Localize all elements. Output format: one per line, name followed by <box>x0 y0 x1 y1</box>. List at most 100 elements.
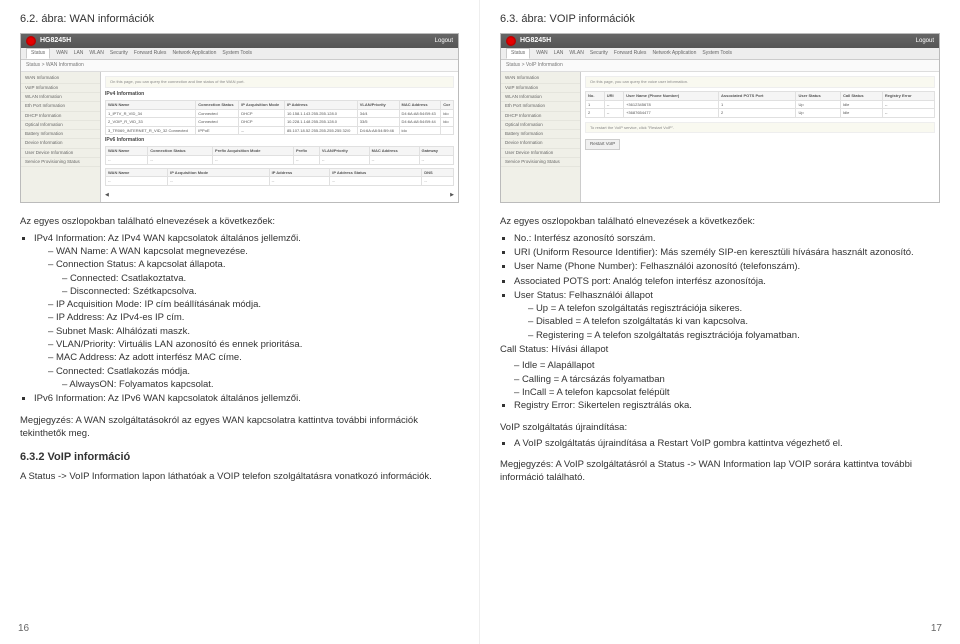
ipv6-table2: WAN NameIP Acquisition ModeIP AddressIP … <box>105 168 454 186</box>
subsection-title: 6.3.2 VoIP információ <box>20 450 459 465</box>
logout-link[interactable]: Logout <box>435 37 453 45</box>
router-main: On this page, you can query the connecti… <box>101 72 458 203</box>
dash-item: AlwaysON: Folyamatos kapcsolat. <box>62 378 459 391</box>
sidebar-item[interactable]: Optical Information <box>501 121 580 130</box>
bullet: IPv4 Information: Az IPv4 WAN kapcsolato… <box>34 232 459 392</box>
sidebar-item[interactable]: VoIP Information <box>501 84 580 93</box>
sidebar-item[interactable]: Eth Port Information <box>501 102 580 111</box>
tab-wlan[interactable]: WLAN <box>569 50 583 57</box>
tab-system[interactable]: System Tools <box>702 50 732 57</box>
tab-status[interactable]: Status <box>506 48 530 59</box>
fig-title-right: 6.3. ábra: VOIP információk <box>500 12 940 27</box>
dash-item: Subnet Mask: Alhálózati maszk. <box>48 325 459 338</box>
dash-item: Registering = A telefon szolgáltatás reg… <box>528 329 940 342</box>
table-row[interactable]: 1_IPTV_R_VID_34ConnectedDHCP10.158.1.143… <box>106 109 454 118</box>
sidebar-item[interactable]: DHCP Information <box>21 112 100 121</box>
dash-item: Up = A telefon szolgáltatás regisztráció… <box>528 302 940 315</box>
tab-forward[interactable]: Forward Rules <box>134 50 167 57</box>
page-number: 16 <box>18 622 29 636</box>
right-body: Az egyes oszlopokban található elnevezés… <box>500 215 940 484</box>
router-note: On this page, you can query the connecti… <box>105 76 454 88</box>
bullet: No.: Interfész azonosító sorszám. <box>514 232 940 245</box>
table-row[interactable]: 2--+36876544772UpIdle-- <box>586 109 935 118</box>
router-screenshot-wan: HG8245H Logout Status WAN LAN WLAN Secur… <box>20 33 459 203</box>
tab-security[interactable]: Security <box>110 50 128 57</box>
dash-item: Connection Status: A kapcsolat állapota. <box>48 258 459 271</box>
sidebar-item[interactable]: User Device Information <box>501 149 580 158</box>
dash-item: MAC Address: Az adott interfész MAC címe… <box>48 351 459 364</box>
tab-wan[interactable]: WAN <box>56 50 67 57</box>
dash-item: Calling = A tárcsázás folyamatban <box>514 373 940 386</box>
bullet: User Name (Phone Number): Felhasználói a… <box>514 260 940 273</box>
left-page: 6.2. ábra: WAN információk HG8245H Logou… <box>0 0 480 644</box>
tab-wlan[interactable]: WLAN <box>89 50 103 57</box>
scroll-right-icon[interactable]: ▶ <box>450 192 454 199</box>
tab-system[interactable]: System Tools <box>222 50 252 57</box>
dash-item: InCall = A telefon kapcsolat felépült <box>514 386 940 399</box>
sidebar-item[interactable]: Battery Information <box>501 130 580 139</box>
ipv4-table: WAN Name Connection Status IP Acquisitio… <box>105 100 454 135</box>
sidebar-item[interactable]: WLAN Information <box>21 93 100 102</box>
sidebar-item[interactable]: WLAN Information <box>501 93 580 102</box>
dash-item: Connected: Csatlakoztatva. <box>62 272 459 285</box>
router-screenshot-voip: HG8245H Logout Status WAN LAN WLAN Secur… <box>500 33 940 203</box>
router-tabs: Status WAN LAN WLAN Security Forward Rul… <box>501 48 939 60</box>
voip-table: No.URIUser Name (Phone Number)Associated… <box>585 91 935 118</box>
sidebar-item[interactable]: Optical Information <box>21 121 100 130</box>
dash-item: IP Acquisition Mode: IP cím beállításána… <box>48 298 459 311</box>
dash-item: Idle = Alapállapot <box>514 359 940 372</box>
tab-forward[interactable]: Forward Rules <box>614 50 647 57</box>
intro-text: Az egyes oszlopokban található elnevezés… <box>500 215 940 228</box>
tab-network[interactable]: Network Application <box>172 50 216 57</box>
sidebar-item[interactable]: WAN Information <box>501 74 580 83</box>
sidebar-item[interactable]: Device Information <box>21 139 100 148</box>
subsection-text: A Status -> VoIP Information lapon látha… <box>20 470 459 483</box>
bullet: A VoIP szolgáltatás újraindítása a Resta… <box>514 437 940 450</box>
scroll-left-icon[interactable]: ◀ <box>105 192 109 199</box>
tab-lan[interactable]: LAN <box>74 50 84 57</box>
callstatus-label: Call Status: Hívási állapot <box>500 343 940 356</box>
dash-item: Disconnected: Szétkapcsolva. <box>62 285 459 298</box>
table-row[interactable]: 1--+36123456781UpIdle-- <box>586 100 935 109</box>
sidebar-item[interactable]: Battery Information <box>21 130 100 139</box>
logout-link[interactable]: Logout <box>916 37 934 45</box>
sidebar-item[interactable]: Device Information <box>501 139 580 148</box>
router-tabs: Status WAN LAN WLAN Security Forward Rul… <box>21 48 458 60</box>
dash-item: Disabled = A telefon szolgáltatás ki van… <box>528 315 940 328</box>
tab-status[interactable]: Status <box>26 48 50 59</box>
sidebar-item[interactable]: VoIP Information <box>21 84 100 93</box>
fig-title-left: 6.2. ábra: WAN információk <box>20 12 459 27</box>
restart-note: To restart the VoIP service, click "Rest… <box>585 122 935 134</box>
tab-security[interactable]: Security <box>590 50 608 57</box>
bullet: IPv6 Information: Az IPv6 WAN kapcsolato… <box>34 392 459 405</box>
table-row[interactable]: 3_TR069_INTERNET_R_VID_32 ConnectedIPPoE… <box>106 126 454 135</box>
restart-voip-button[interactable]: Restart VoIP <box>585 139 620 149</box>
table-row[interactable]: 2_VOIP_R_VID_33ConnectedDHCP10.228.1.148… <box>106 118 454 127</box>
dash-item: WAN Name: A WAN kapcsolat megnevezése. <box>48 245 459 258</box>
router-model: HG8245H <box>40 36 71 46</box>
huawei-logo-icon <box>26 36 36 46</box>
sidebar-item[interactable]: Service Provisioning Status <box>501 158 580 167</box>
router-sidebar: WAN Information VoIP Information WLAN In… <box>21 72 101 203</box>
sidebar-item[interactable]: Eth Port Information <box>21 102 100 111</box>
page-number: 17 <box>931 622 942 636</box>
tab-wan[interactable]: WAN <box>536 50 547 57</box>
router-main: On this page, you can query the voice us… <box>581 72 939 203</box>
router-sidebar: WAN Information VoIP Information WLAN In… <box>501 72 581 203</box>
router-model: HG8245H <box>520 36 551 46</box>
restart-title: VoIP szolgáltatás újraindítása: <box>500 421 940 434</box>
breadcrumb: Status > WAN Information <box>21 60 458 72</box>
dash-item: Connected: Csatlakozás módja. <box>48 365 459 378</box>
sidebar-item[interactable]: Service Provisioning Status <box>21 158 100 167</box>
bullet: URI (Uniform Resource Identifier): Más s… <box>514 246 940 259</box>
huawei-logo-icon <box>506 36 516 46</box>
sidebar-item[interactable]: WAN Information <box>21 74 100 83</box>
bullet: User Status: Felhasználói állapot Up = A… <box>514 289 940 342</box>
router-topbar: HG8245H Logout <box>21 34 458 48</box>
tab-network[interactable]: Network Application <box>652 50 696 57</box>
sidebar-item[interactable]: User Device Information <box>21 149 100 158</box>
dash-item: VLAN/Priority: Virtuális LAN azonosító é… <box>48 338 459 351</box>
tab-lan[interactable]: LAN <box>554 50 564 57</box>
router-topbar: HG8245H Logout <box>501 34 939 48</box>
sidebar-item[interactable]: DHCP Information <box>501 112 580 121</box>
